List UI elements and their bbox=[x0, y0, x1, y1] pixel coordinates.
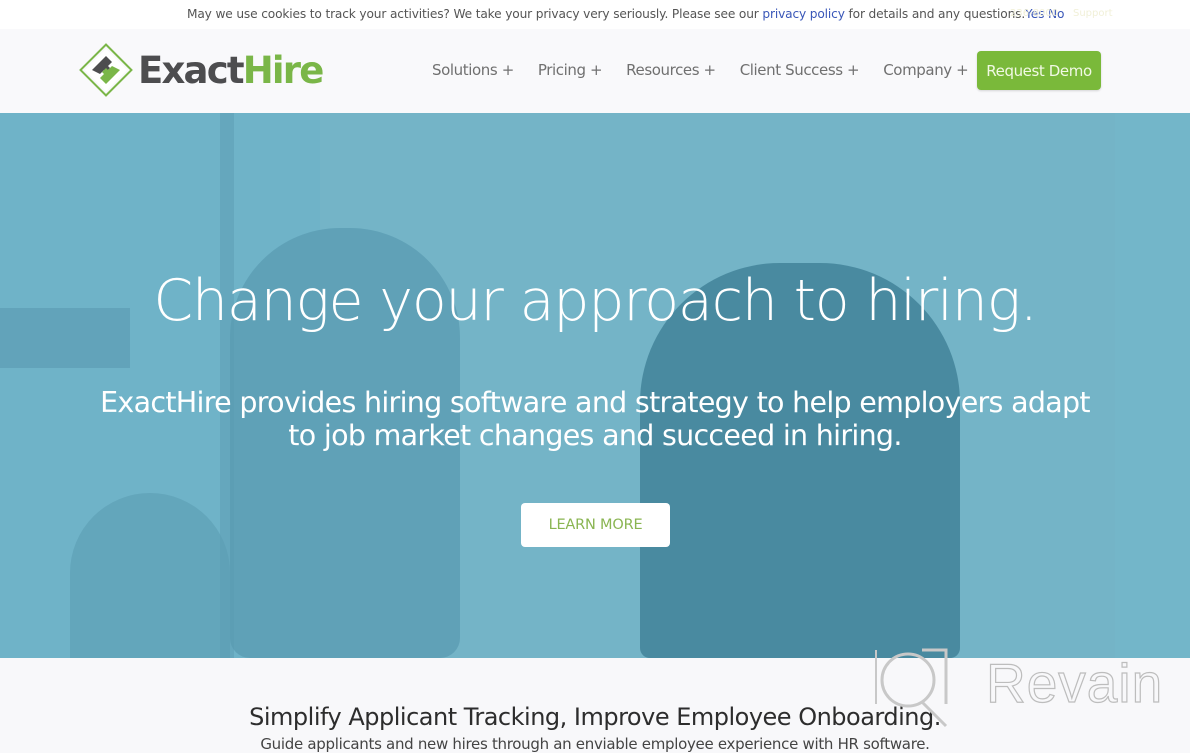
privacy-policy-link[interactable]: privacy policy bbox=[762, 7, 845, 21]
hero-banner: Change your approach to hiring. ExactHir… bbox=[0, 113, 1190, 658]
phone-number-faded: 236-8000 bbox=[1010, 8, 1059, 19]
nav-solutions[interactable]: Solutions + bbox=[432, 61, 514, 79]
cookie-text-after: for details and any questions. bbox=[844, 7, 1026, 21]
logo-hire: Hire bbox=[242, 48, 325, 92]
hero-subtitle: ExactHire provides hiring software and s… bbox=[60, 386, 1130, 452]
request-demo-button[interactable]: Request Demo bbox=[977, 51, 1101, 90]
exacthire-logo[interactable]: ExactHire bbox=[79, 42, 325, 98]
learn-more-button[interactable]: LEARN MORE bbox=[521, 503, 670, 547]
cookie-text-before: May we use cookies to track your activit… bbox=[187, 7, 763, 21]
logo-exact: Exact bbox=[138, 48, 245, 92]
main-nav: Solutions + Pricing + Resources + Client… bbox=[432, 61, 992, 79]
hero-photo-person-bg bbox=[70, 493, 230, 658]
nav-company[interactable]: Company + bbox=[883, 61, 969, 79]
hero-subtitle-line-2: to job market changes and succeed in hir… bbox=[288, 419, 902, 452]
hero-title: Change your approach to hiring. bbox=[153, 268, 1038, 334]
nav-client-success[interactable]: Client Success + bbox=[740, 61, 860, 79]
nav-resources[interactable]: Resources + bbox=[626, 61, 716, 79]
intro-section: Simplify Applicant Tracking, Improve Emp… bbox=[0, 658, 1190, 753]
nav-pricing[interactable]: Pricing + bbox=[538, 61, 603, 79]
logo-wordmark: ExactHire bbox=[138, 48, 325, 92]
site-header: ExactHire Solutions + Pricing + Resource… bbox=[0, 29, 1190, 113]
section-subtitle: Guide applicants and new hires through a… bbox=[260, 735, 930, 753]
cookie-consent-bar: May we use cookies to track your activit… bbox=[0, 0, 1190, 29]
support-link-faded[interactable]: Support bbox=[1073, 8, 1113, 19]
section-title: Simplify Applicant Tracking, Improve Emp… bbox=[249, 703, 941, 731]
logo-diamond-icon bbox=[79, 43, 133, 97]
cookie-message: May we use cookies to track your activit… bbox=[187, 7, 1064, 21]
hero-subtitle-line-1: ExactHire provides hiring software and s… bbox=[100, 386, 1090, 419]
